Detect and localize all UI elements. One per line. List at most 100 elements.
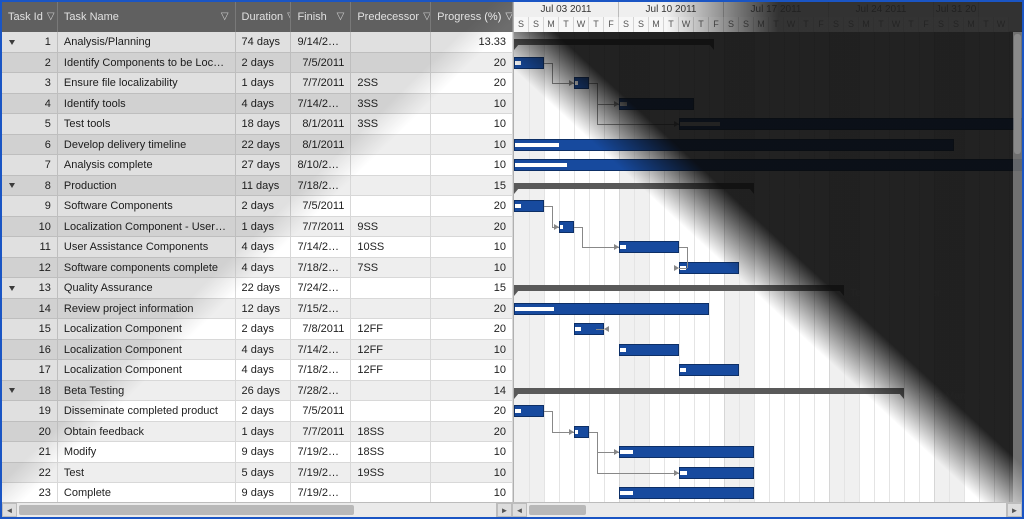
cell-predecessor[interactable]: 19SS [351, 463, 431, 483]
table-row[interactable]: 4Identify tools4 days7/14/20113SS10 [2, 94, 513, 115]
col-task-name[interactable]: Task Name▽ [58, 2, 236, 32]
table-row[interactable]: 9Software Components2 days7/5/201120 [2, 196, 513, 217]
table-row[interactable]: 19Disseminate completed product2 days7/5… [2, 401, 513, 422]
scroll-left-button[interactable]: ◄ [512, 503, 527, 517]
cell-progress[interactable]: 10 [431, 442, 513, 462]
cell-predecessor[interactable] [351, 135, 431, 155]
table-row[interactable]: 12Software components complete4 days7/18… [2, 258, 513, 279]
task-bar[interactable] [514, 139, 954, 151]
cell-predecessor[interactable]: 10SS [351, 237, 431, 257]
cell-duration[interactable]: 18 days [236, 114, 292, 134]
cell-progress[interactable]: 20 [431, 217, 513, 237]
scroll-left-button[interactable]: ◄ [2, 503, 17, 517]
task-bar[interactable] [679, 118, 1022, 130]
cell-duration[interactable]: 26 days [236, 381, 292, 401]
cell-duration[interactable]: 1 days [236, 422, 292, 442]
cell-task-name[interactable]: Quality Assurance [58, 278, 236, 298]
cell-progress[interactable]: 10 [431, 155, 513, 175]
cell-task-name[interactable]: Localization Component [58, 340, 236, 360]
task-bar[interactable] [619, 344, 679, 356]
cell-predecessor[interactable] [351, 483, 431, 502]
cell-progress[interactable]: 10 [431, 237, 513, 257]
cell-duration[interactable]: 2 days [236, 319, 292, 339]
grid-body[interactable]: 1Analysis/Planning74 days9/14/201113.332… [2, 32, 513, 502]
cell-task-name[interactable]: Localization Component [58, 360, 236, 380]
cell-finish[interactable]: 7/18/2011 [291, 176, 351, 196]
expand-icon[interactable] [8, 38, 16, 46]
cell-finish[interactable]: 7/14/2011 [291, 237, 351, 257]
expand-icon[interactable] [8, 284, 16, 292]
table-row[interactable]: 8Production11 days7/18/201115 [2, 176, 513, 197]
filter-icon[interactable]: ▽ [337, 2, 345, 32]
cell-predecessor[interactable] [351, 32, 431, 52]
cell-progress[interactable]: 10 [431, 360, 513, 380]
cell-predecessor[interactable] [351, 176, 431, 196]
cell-finish[interactable]: 7/8/2011 [291, 319, 351, 339]
cell-task-name[interactable]: Modify [58, 442, 236, 462]
cell-task-name[interactable]: Review project information [58, 299, 236, 319]
table-row[interactable]: 7Analysis complete27 days8/10/201110 [2, 155, 513, 176]
cell-duration[interactable]: 12 days [236, 299, 292, 319]
cell-duration[interactable]: 2 days [236, 196, 292, 216]
cell-finish[interactable]: 7/14/2011 [291, 340, 351, 360]
cell-task-name[interactable]: Test tools [58, 114, 236, 134]
cell-finish[interactable]: 8/10/2011 [291, 155, 351, 175]
table-row[interactable]: 1Analysis/Planning74 days9/14/201113.33 [2, 32, 513, 53]
cell-progress[interactable]: 10 [431, 483, 513, 502]
table-row[interactable]: 13Quality Assurance22 days7/24/201115 [2, 278, 513, 299]
task-bar[interactable] [514, 303, 709, 315]
cell-finish[interactable]: 7/28/2011 [291, 381, 351, 401]
cell-duration[interactable]: 4 days [236, 340, 292, 360]
cell-duration[interactable]: 2 days [236, 53, 292, 73]
cell-task-name[interactable]: Beta Testing [58, 381, 236, 401]
filter-icon[interactable]: ▽ [505, 2, 513, 32]
cell-task-name[interactable]: Disseminate completed product [58, 401, 236, 421]
cell-finish[interactable]: 7/24/2011 [291, 278, 351, 298]
table-row[interactable]: 10Localization Component - User Interf..… [2, 217, 513, 238]
cell-progress[interactable]: 10 [431, 94, 513, 114]
filter-icon[interactable]: ▽ [47, 2, 55, 32]
summary-bar[interactable]: Localizer [514, 183, 754, 189]
task-bar[interactable] [679, 364, 739, 376]
cell-task-name[interactable]: Ensure file localizability [58, 73, 236, 93]
gantt-body[interactable]: LocalizerTechnical ReviewerProject Manag… [514, 32, 1022, 502]
cell-task-name[interactable]: User Assistance Components [58, 237, 236, 257]
cell-task-name[interactable]: Test [58, 463, 236, 483]
task-bar[interactable] [559, 221, 574, 233]
cell-duration[interactable]: 11 days [236, 176, 292, 196]
table-row[interactable]: 3Ensure file localizability1 days7/7/201… [2, 73, 513, 94]
task-bar[interactable] [514, 57, 544, 69]
cell-finish[interactable]: 7/5/2011 [291, 196, 351, 216]
cell-task-name[interactable]: Identify Components to be Localized [58, 53, 236, 73]
cell-predecessor[interactable]: 9SS [351, 217, 431, 237]
cell-task-name[interactable]: Software Components [58, 196, 236, 216]
cell-predecessor[interactable]: 18SS [351, 442, 431, 462]
grid-hscroll-thumb[interactable] [19, 505, 354, 515]
table-row[interactable]: 17Localization Component4 days7/18/20111… [2, 360, 513, 381]
cell-finish[interactable]: 7/7/2011 [291, 73, 351, 93]
cell-duration[interactable]: 1 days [236, 73, 292, 93]
task-bar[interactable] [514, 405, 544, 417]
scroll-right-button[interactable]: ► [497, 503, 512, 517]
task-bar[interactable] [574, 426, 589, 438]
cell-predecessor[interactable]: 18SS [351, 422, 431, 442]
task-bar[interactable] [574, 77, 589, 89]
expand-icon[interactable] [8, 386, 16, 394]
table-row[interactable]: 16Localization Component4 days7/14/20111… [2, 340, 513, 361]
cell-predecessor[interactable] [351, 381, 431, 401]
cell-progress[interactable]: 13.33 [431, 32, 513, 52]
cell-task-name[interactable]: Analysis/Planning [58, 32, 236, 52]
task-bar[interactable] [514, 159, 1022, 171]
table-row[interactable]: 6Develop delivery timeline22 days8/1/201… [2, 135, 513, 156]
gantt-hscroll-track[interactable] [527, 503, 1007, 517]
cell-progress[interactable]: 20 [431, 196, 513, 216]
cell-predecessor[interactable] [351, 299, 431, 319]
vertical-scrollbar[interactable] [1013, 32, 1022, 502]
table-row[interactable]: 14Review project information12 days7/15/… [2, 299, 513, 320]
expand-icon[interactable] [8, 181, 16, 189]
task-bar[interactable] [619, 487, 754, 499]
cell-task-name[interactable]: Analysis complete [58, 155, 236, 175]
cell-predecessor[interactable]: 2SS [351, 73, 431, 93]
cell-duration[interactable]: 9 days [236, 442, 292, 462]
cell-task-name[interactable]: Software components complete [58, 258, 236, 278]
